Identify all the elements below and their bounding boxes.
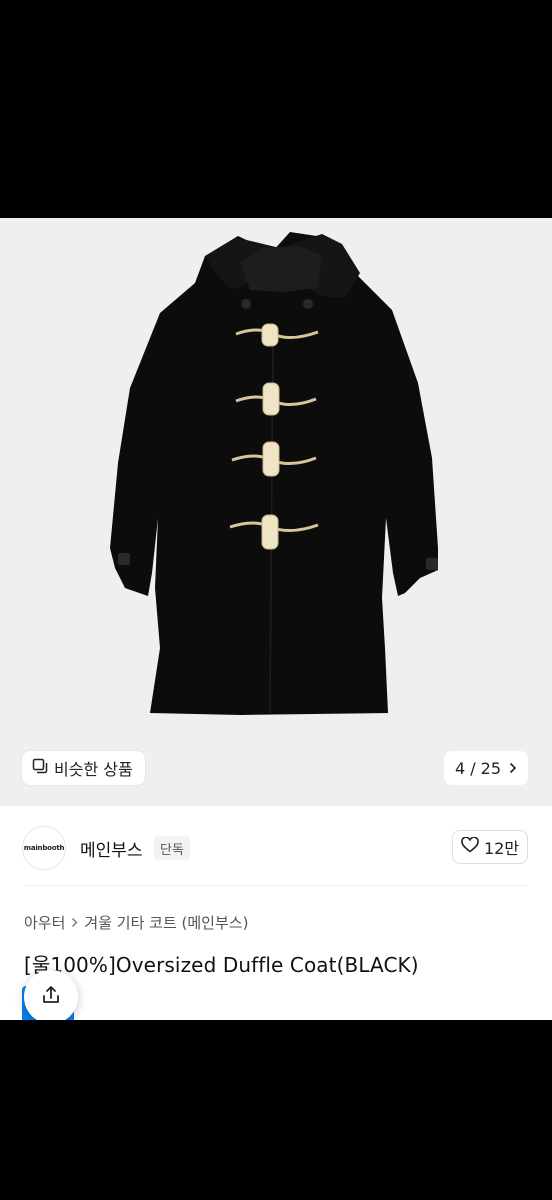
brand-name[interactable]: 메인부스: [80, 836, 143, 861]
divider: [24, 885, 528, 886]
bottom-area: [0, 1020, 552, 1200]
breadcrumb-item[interactable]: 겨울 기타 코트 (메인부스): [84, 912, 248, 933]
share-button[interactable]: [24, 970, 78, 1020]
image-counter-button[interactable]: 4 / 25: [444, 751, 528, 785]
product-title: [울100%]Oversized Duffle Coat(BLACK): [24, 953, 419, 977]
share-icon: [40, 984, 62, 1010]
status-area: [0, 0, 552, 218]
product-image: [110, 232, 438, 715]
breadcrumb: 아우터 겨울 기타 코트 (메인부스): [24, 912, 248, 933]
similar-items-icon: [32, 758, 48, 778]
breadcrumb-item[interactable]: 아우터: [24, 912, 65, 933]
heart-icon: [461, 836, 479, 857]
like-count: 12만: [483, 839, 520, 858]
exclusive-badge: 단독: [154, 836, 190, 860]
image-counter-label: 4 / 25: [454, 758, 502, 778]
similar-items-button[interactable]: 비슷한 상품: [22, 751, 145, 785]
product-image-carousel[interactable]: 비슷한 상품 4 / 25: [0, 218, 552, 806]
collar-button: [241, 299, 251, 309]
chevron-right-icon: [509, 759, 517, 778]
collar-button: [303, 299, 313, 309]
product-info: mainbooth 메인부스 단독 12만 아우터 겨울 기타 코트 (메인부스…: [0, 806, 552, 1020]
brand-logo[interactable]: mainbooth: [22, 826, 66, 870]
similar-items-label: 비슷한 상품: [54, 760, 133, 779]
chevron-right-icon: [71, 914, 78, 932]
brand-logo-text: mainbooth: [23, 844, 65, 852]
like-button[interactable]: 12만: [452, 830, 528, 864]
